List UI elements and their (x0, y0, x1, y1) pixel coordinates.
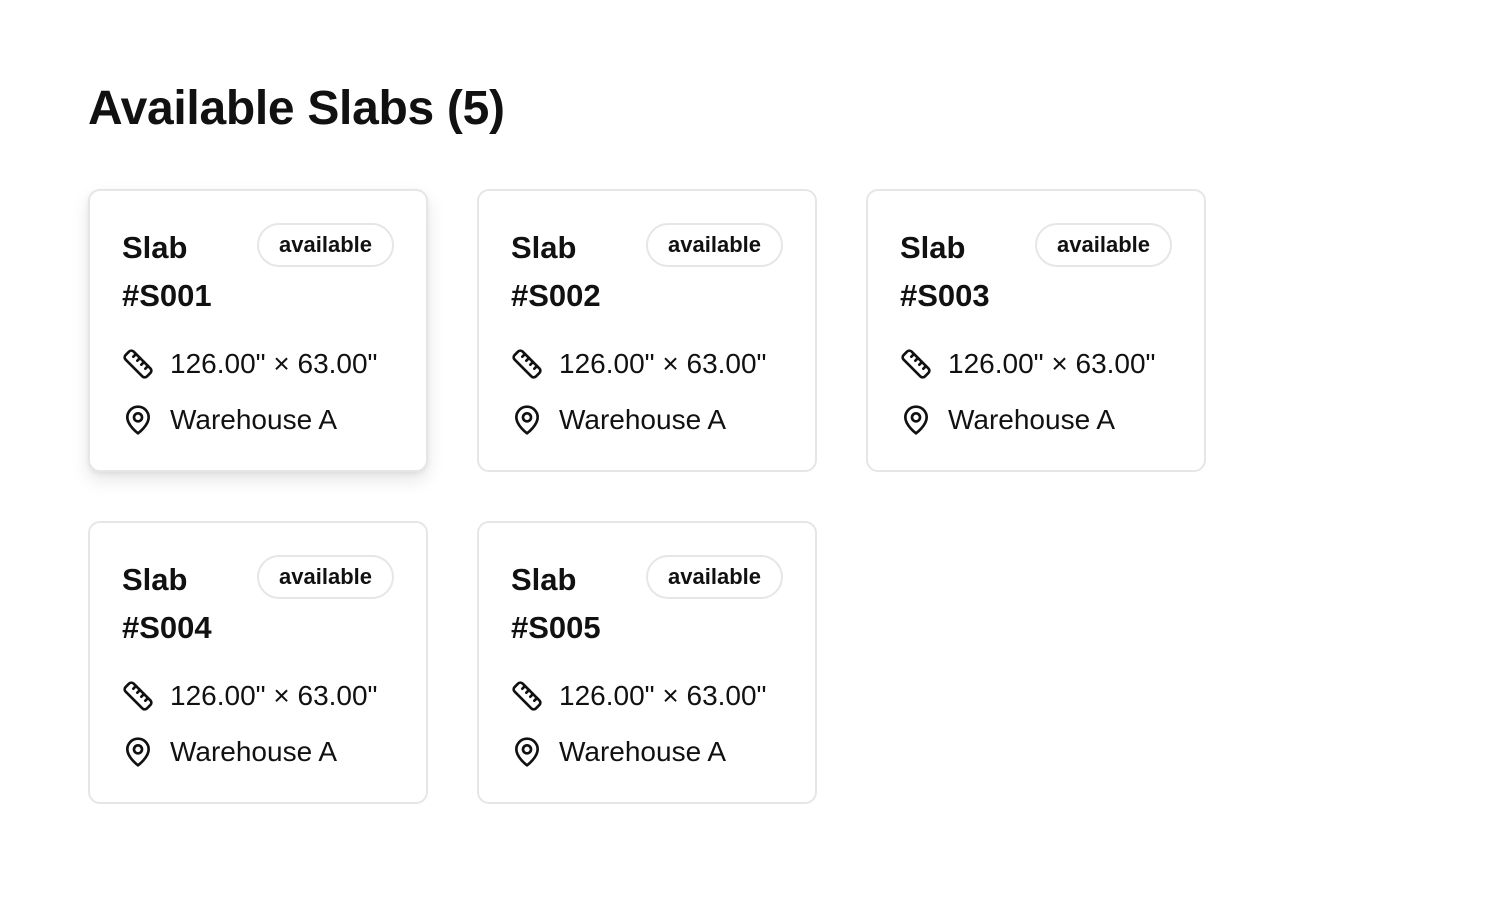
status-badge: available (646, 555, 783, 599)
ruler-icon (122, 348, 154, 380)
dimensions-value: 126.00" × 63.00" (170, 680, 378, 711)
dimensions-row: 126.00" × 63.00" (122, 676, 394, 716)
slab-card-header: Slab #S003 available (900, 223, 1172, 320)
slab-card[interactable]: Slab #S003 available 126.00" × 63.00" Wa… (866, 189, 1206, 472)
status-badge: available (257, 555, 394, 599)
dimensions-value: 126.00" × 63.00" (170, 348, 378, 379)
dimensions-value: 126.00" × 63.00" (559, 348, 767, 379)
slab-card[interactable]: Slab #S004 available 126.00" × 63.00" Wa… (88, 521, 428, 804)
ruler-icon (122, 680, 154, 712)
map-pin-icon (122, 736, 154, 768)
location-row: Warehouse A (511, 732, 783, 772)
map-pin-icon (900, 404, 932, 436)
ruler-icon (511, 680, 543, 712)
location-value: Warehouse A (948, 404, 1116, 435)
location-row: Warehouse A (122, 732, 394, 772)
location-value: Warehouse A (559, 736, 727, 767)
dimensions-row: 126.00" × 63.00" (511, 676, 783, 716)
slab-name: Slab #S002 (511, 230, 601, 313)
slab-grid: Slab #S001 available 126.00" × 63.00" Wa… (88, 189, 1206, 804)
dimensions-row: 126.00" × 63.00" (511, 344, 783, 384)
dimensions-value: 126.00" × 63.00" (559, 680, 767, 711)
slab-card[interactable]: Slab #S005 available 126.00" × 63.00" Wa… (477, 521, 817, 804)
ruler-icon (900, 348, 932, 380)
slab-card-header: Slab #S001 available (122, 223, 394, 320)
location-value: Warehouse A (559, 404, 727, 435)
page-title: Available Slabs (5) (88, 82, 505, 135)
dimensions-row: 126.00" × 63.00" (122, 344, 394, 384)
slab-name: Slab #S005 (511, 562, 601, 645)
slab-card-header: Slab #S002 available (511, 223, 783, 320)
slab-card[interactable]: Slab #S001 available 126.00" × 63.00" Wa… (88, 189, 428, 472)
location-row: Warehouse A (900, 400, 1172, 440)
map-pin-icon (511, 736, 543, 768)
status-badge: available (1035, 223, 1172, 267)
dimensions-value: 126.00" × 63.00" (948, 348, 1156, 379)
location-row: Warehouse A (511, 400, 783, 440)
location-value: Warehouse A (170, 736, 338, 767)
map-pin-icon (511, 404, 543, 436)
status-badge: available (646, 223, 783, 267)
location-value: Warehouse A (170, 404, 338, 435)
map-pin-icon (122, 404, 154, 436)
status-badge: available (257, 223, 394, 267)
slab-name: Slab #S004 (122, 562, 212, 645)
slab-card-header: Slab #S004 available (122, 555, 394, 652)
page: Available Slabs (5) Slab #S001 available… (0, 0, 1512, 918)
dimensions-row: 126.00" × 63.00" (900, 344, 1172, 384)
slab-name: Slab #S001 (122, 230, 212, 313)
location-row: Warehouse A (122, 400, 394, 440)
ruler-icon (511, 348, 543, 380)
slab-name: Slab #S003 (900, 230, 990, 313)
slab-card-header: Slab #S005 available (511, 555, 783, 652)
slab-card[interactable]: Slab #S002 available 126.00" × 63.00" Wa… (477, 189, 817, 472)
